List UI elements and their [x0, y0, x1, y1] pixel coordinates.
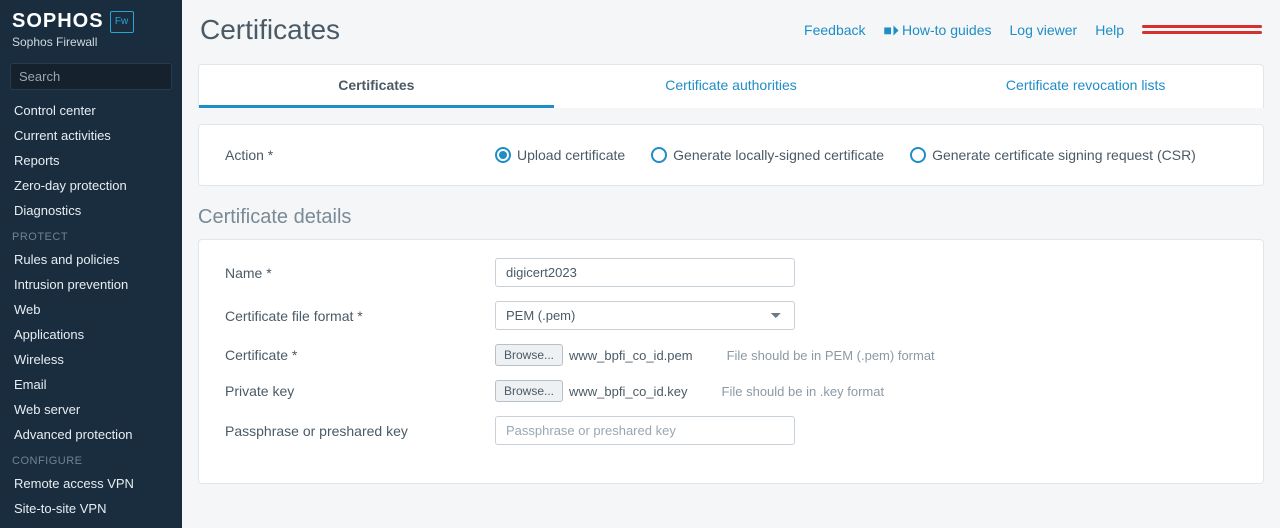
sidebar-item-reports[interactable]: Reports [0, 148, 182, 173]
certificate-details-form: Name * Certificate file format * PEM (.p… [198, 239, 1264, 484]
private-key-hint: File should be in .key format [722, 384, 885, 399]
radio-dot-icon [651, 147, 667, 163]
radio-label-csr: Generate certificate signing request (CS… [932, 147, 1196, 163]
brand-block: SOPHOS Fw Sophos Firewall [0, 0, 182, 55]
topbar: Certificates Feedback ■⏵How-to guides Lo… [182, 0, 1280, 54]
certificate-hint: File should be in PEM (.pem) format [727, 348, 935, 363]
sidebar: SOPHOS Fw Sophos Firewall Control center… [0, 0, 182, 528]
redacted-user-info [1142, 21, 1262, 39]
nav-header-configure: CONFIGURE [0, 447, 182, 471]
link-feedback[interactable]: Feedback [804, 22, 865, 38]
link-help[interactable]: Help [1095, 22, 1124, 38]
guides-label: How-to guides [902, 22, 992, 38]
tab-cert-revocation[interactable]: Certificate revocation lists [908, 65, 1263, 108]
sidebar-item-diagnostics[interactable]: Diagnostics [0, 198, 182, 223]
main-content: Certificates Feedback ■⏵How-to guides Lo… [182, 0, 1280, 528]
name-label: Name * [225, 265, 495, 281]
private-key-label: Private key [225, 383, 495, 399]
sidebar-item-advanced-protection[interactable]: Advanced protection [0, 422, 182, 447]
radio-label-upload: Upload certificate [517, 147, 625, 163]
sidebar-item-zero-day[interactable]: Zero-day protection [0, 173, 182, 198]
section-title: Certificate details [198, 206, 1264, 229]
sidebar-item-web-server[interactable]: Web server [0, 397, 182, 422]
sidebar-item-intrusion[interactable]: Intrusion prevention [0, 272, 182, 297]
sidebar-item-remote-vpn[interactable]: Remote access VPN [0, 471, 182, 496]
page-title: Certificates [200, 14, 804, 46]
radio-label-local: Generate locally-signed certificate [673, 147, 884, 163]
radio-generate-csr[interactable]: Generate certificate signing request (CS… [910, 147, 1196, 163]
radio-dot-icon [910, 147, 926, 163]
brand-name: SOPHOS [12, 10, 104, 33]
nav: Control center Current activities Report… [0, 98, 182, 528]
sidebar-item-control-center[interactable]: Control center [0, 98, 182, 123]
link-guides[interactable]: ■⏵How-to guides [884, 22, 992, 39]
top-links: Feedback ■⏵How-to guides Log viewer Help [804, 21, 1262, 39]
sidebar-item-rules[interactable]: Rules and policies [0, 247, 182, 272]
brand-badge-icon: Fw [110, 11, 134, 33]
sidebar-item-current-activities[interactable]: Current activities [0, 123, 182, 148]
sidebar-item-applications[interactable]: Applications [0, 322, 182, 347]
sidebar-item-network[interactable]: Network [0, 521, 182, 528]
radio-dot-icon [495, 147, 511, 163]
brand-subtitle: Sophos Firewall [12, 35, 170, 49]
sidebar-item-site-vpn[interactable]: Site-to-site VPN [0, 496, 182, 521]
certificate-browse-button[interactable]: Browse... [495, 344, 563, 366]
search-input[interactable] [19, 69, 195, 84]
sidebar-item-email[interactable]: Email [0, 372, 182, 397]
private-key-filename: www_bpfi_co_id.key [569, 384, 688, 399]
link-log-viewer[interactable]: Log viewer [1010, 22, 1078, 38]
certificate-filename: www_bpfi_co_id.pem [569, 348, 693, 363]
sidebar-item-web[interactable]: Web [0, 297, 182, 322]
camera-icon: ■⏵ [884, 22, 899, 38]
passphrase-label: Passphrase or preshared key [225, 423, 495, 439]
tabs: Certificates Certificate authorities Cer… [198, 64, 1264, 108]
passphrase-input[interactable] [495, 416, 795, 445]
certificate-label: Certificate * [225, 347, 495, 363]
sidebar-item-wireless[interactable]: Wireless [0, 347, 182, 372]
action-label: Action * [225, 147, 475, 163]
radio-generate-local[interactable]: Generate locally-signed certificate [651, 147, 884, 163]
tab-cert-authorities[interactable]: Certificate authorities [554, 65, 909, 108]
format-select[interactable]: PEM (.pem) [495, 301, 795, 330]
nav-header-protect: PROTECT [0, 223, 182, 247]
private-key-browse-button[interactable]: Browse... [495, 380, 563, 402]
action-panel: Action * Upload certificate Generate loc… [198, 124, 1264, 186]
format-label: Certificate file format * [225, 308, 495, 324]
tab-certificates[interactable]: Certificates [199, 65, 554, 108]
name-input[interactable] [495, 258, 795, 287]
radio-upload-certificate[interactable]: Upload certificate [495, 147, 625, 163]
search-box[interactable] [10, 63, 172, 90]
